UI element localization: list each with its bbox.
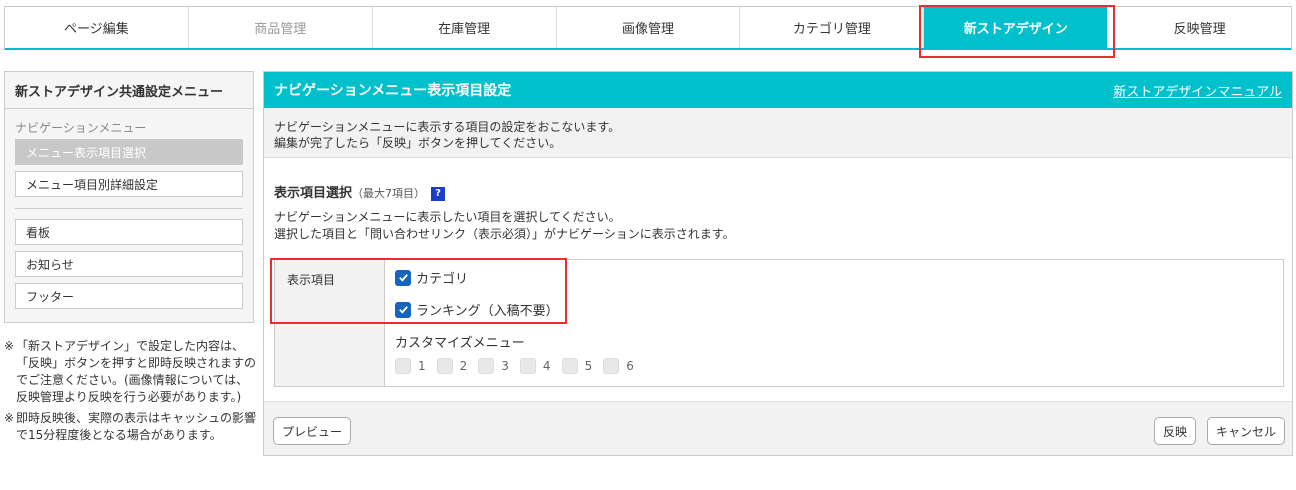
note-text: 「新ストアデザイン」で設定した内容は、「反映」ボタンを押すと即時反映されますので… [16,339,257,404]
settings-panel: ナビゲーションメニュー表示項目設定 新ストアデザインマニュアル ナビゲーションメ… [263,71,1293,456]
sidebar-item-news[interactable]: お知らせ [15,251,243,277]
sidebar-title: 新ストアデザイン共通設定メニュー [5,72,253,109]
tab-page-edit[interactable]: ページ編集 [5,7,189,48]
cancel-button[interactable]: キャンセル [1207,417,1286,445]
checkbox-disabled-icon[interactable] [478,358,495,374]
sidebar-item-menu-detail-settings[interactable]: メニュー項目別詳細設定 [15,171,243,197]
option-label: カテゴリ [416,272,469,287]
section-description-line: ナビゲーションメニューに表示したい項目を選択してください。 [274,210,621,224]
custom-menu-item-label: 3 [501,359,509,373]
note-mark: ※ [4,339,15,353]
custom-menu-item[interactable]: 6 [603,358,634,374]
display-items-options: カテゴリ ランキング（入稿不要） カスタマイズメニュー 1 2 3 4 5 6 [385,260,1283,386]
panel-description: ナビゲーションメニューに表示する項目の設定をおこないます。 編集が完了したら「反… [264,108,1292,158]
manual-link[interactable]: 新ストアデザインマニュアル [1113,81,1282,100]
note-item: ※ 即時反映後、実際の表示はキャッシュの影響で15分程度後となる場合があります。 [4,410,256,444]
checkbox-disabled-icon[interactable] [395,358,411,374]
option-label: ランキング（入稿不要） [416,304,559,319]
option-ranking[interactable]: ランキング（入稿不要） [395,300,559,319]
preview-button[interactable]: プレビュー [273,417,352,445]
option-category[interactable]: カテゴリ [395,268,468,287]
panel-title: ナビゲーションメニュー表示項目設定 [274,83,512,99]
custom-menu-item[interactable]: 2 [436,358,468,374]
tab-category-management[interactable]: カテゴリ管理 [740,7,925,48]
panel-footer: プレビュー 反映 キャンセル [264,401,1292,455]
custom-menu-item-label: 2 [459,359,468,373]
checkbox-disabled-icon[interactable] [519,358,536,374]
custom-menu-options: 1 2 3 4 5 6 [395,358,645,374]
tab-new-store-design[interactable]: 新ストアデザイン [924,7,1109,48]
sidebar-item-menu-display-selection[interactable]: メニュー表示項目選択 [15,139,243,165]
checkbox-disabled-icon[interactable] [603,358,620,374]
tab-product-management[interactable]: 商品管理 [189,7,373,48]
custom-menu-label: カスタマイズメニュー [395,336,525,351]
section-title: 表示項目選択 [274,186,353,201]
apply-button[interactable]: 反映 [1154,417,1197,445]
custom-menu-item-label: 5 [584,359,593,373]
main-tab-bar: ページ編集 商品管理 在庫管理 画像管理 カテゴリ管理 新ストアデザイン 反映管… [4,6,1292,50]
custom-menu-item[interactable]: 3 [478,358,509,374]
help-icon[interactable]: ? [431,186,446,201]
tab-publish-management[interactable]: 反映管理 [1108,7,1291,48]
sidebar-subtitle: ナビゲーションメニュー [15,121,147,135]
sidebar-notes: ※ 「新ストアデザイン」で設定した内容は、「反映」ボタンを押すと即時反映されます… [4,338,256,448]
sidebar-divider [15,208,243,209]
panel-header: ナビゲーションメニュー表示項目設定 新ストアデザインマニュアル [264,72,1292,108]
section-limit: （最大7項目） [352,187,426,200]
section-heading: 表示項目選択（最大7項目）? [274,182,446,201]
section-description-line: 選択した項目と「問い合わせリンク（表示必須）」がナビゲーションに表示されます。 [274,227,735,241]
custom-menu-item-label: 1 [418,359,426,373]
checkbox-checked-icon[interactable] [395,269,411,286]
note-text: 即時反映後、実際の表示はキャッシュの影響で15分程度後となる場合があります。 [16,411,257,442]
note-item: ※ 「新ストアデザイン」で設定した内容は、「反映」ボタンを押すと即時反映されます… [4,338,256,406]
checkbox-disabled-icon[interactable] [436,358,453,374]
custom-menu-item[interactable]: 5 [561,358,593,374]
sidebar-item-signboard[interactable]: 看板 [15,219,243,245]
panel-description-line: ナビゲーションメニューに表示する項目の設定をおこないます。 [274,120,621,134]
panel-description-line: 編集が完了したら「反映」ボタンを押してください。 [274,136,562,150]
tab-inventory-management[interactable]: 在庫管理 [373,7,557,48]
custom-menu-item[interactable]: 4 [519,358,551,374]
sidebar: 新ストアデザイン共通設定メニュー ナビゲーションメニュー メニュー表示項目選択 … [4,71,254,323]
sidebar-item-footer[interactable]: フッター [15,283,243,309]
custom-menu-item[interactable]: 1 [395,358,426,374]
custom-menu-item-label: 6 [626,359,634,373]
checkbox-checked-icon[interactable] [395,301,411,318]
display-items-label: 表示項目 [275,260,385,386]
checkbox-disabled-icon[interactable] [561,358,578,374]
tab-image-management[interactable]: 画像管理 [557,7,741,48]
note-mark: ※ [4,411,15,425]
section-description: ナビゲーションメニューに表示したい項目を選択してください。 選択した項目と「問い… [274,209,735,243]
custom-menu-item-label: 4 [542,359,551,373]
display-items-table: 表示項目 カテゴリ ランキング（入稿不要） カスタマイズメニュー 1 2 3 4… [274,259,1284,387]
